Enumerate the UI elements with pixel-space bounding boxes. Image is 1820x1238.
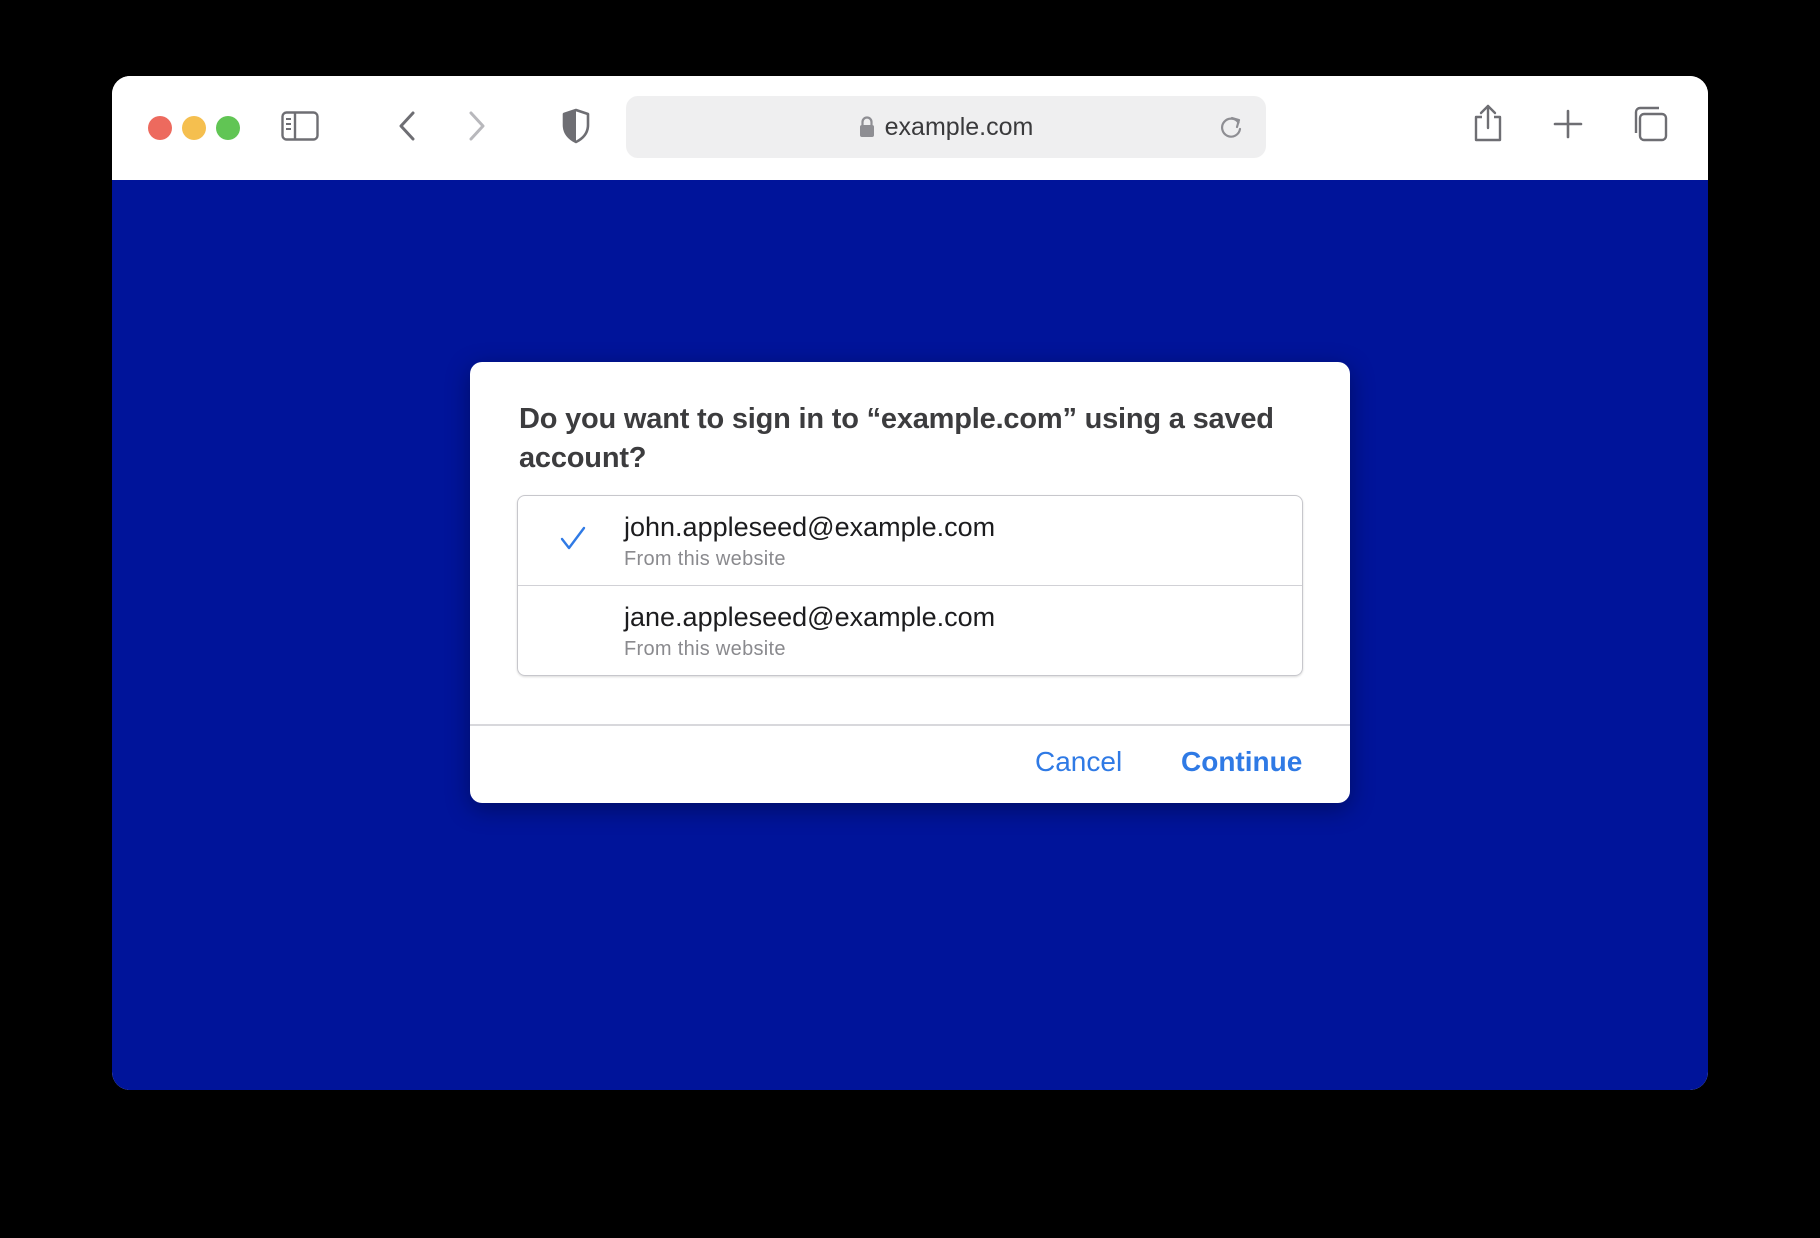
reload-icon[interactable] [1218, 114, 1244, 145]
browser-window: example.com Do you want to sign in to “e… [112, 76, 1708, 1090]
checkmark-icon [560, 526, 586, 557]
lock-icon [859, 116, 875, 138]
dialog-title: Do you want to sign in to “example.com” … [519, 403, 1274, 474]
back-icon[interactable] [392, 106, 422, 146]
account-source: From this website [624, 638, 786, 660]
cancel-button[interactable]: Cancel [1035, 746, 1122, 778]
close-window-button[interactable] [148, 116, 172, 140]
zoom-window-button[interactable] [216, 116, 240, 140]
account-email: john.appleseed@example.com [624, 512, 996, 542]
page-content: Do you want to sign in to “example.com” … [112, 180, 1708, 1090]
minimize-window-button[interactable] [182, 116, 206, 140]
account-source: From this website [624, 548, 786, 570]
address-bar[interactable]: example.com [626, 96, 1266, 158]
account-email: jane.appleseed@example.com [624, 602, 996, 632]
share-icon[interactable] [1468, 100, 1508, 146]
account-option-jane[interactable]: jane.appleseed@example.com From this web… [518, 586, 1302, 675]
tab-overview-icon[interactable] [1630, 104, 1670, 144]
dialog-divider [470, 724, 1350, 726]
forward-icon[interactable] [462, 106, 492, 146]
continue-button[interactable]: Continue [1181, 746, 1302, 778]
account-list: john.appleseed@example.com From this web… [517, 495, 1303, 676]
address-url: example.com [884, 112, 1034, 141]
sidebar-icon[interactable] [280, 106, 320, 146]
account-option-john[interactable]: john.appleseed@example.com From this web… [518, 496, 1302, 586]
browser-toolbar: example.com [112, 76, 1708, 180]
sign-in-dialog: Do you want to sign in to “example.com” … [470, 362, 1350, 803]
privacy-shield-icon[interactable] [558, 106, 594, 146]
new-tab-icon[interactable] [1550, 106, 1586, 142]
